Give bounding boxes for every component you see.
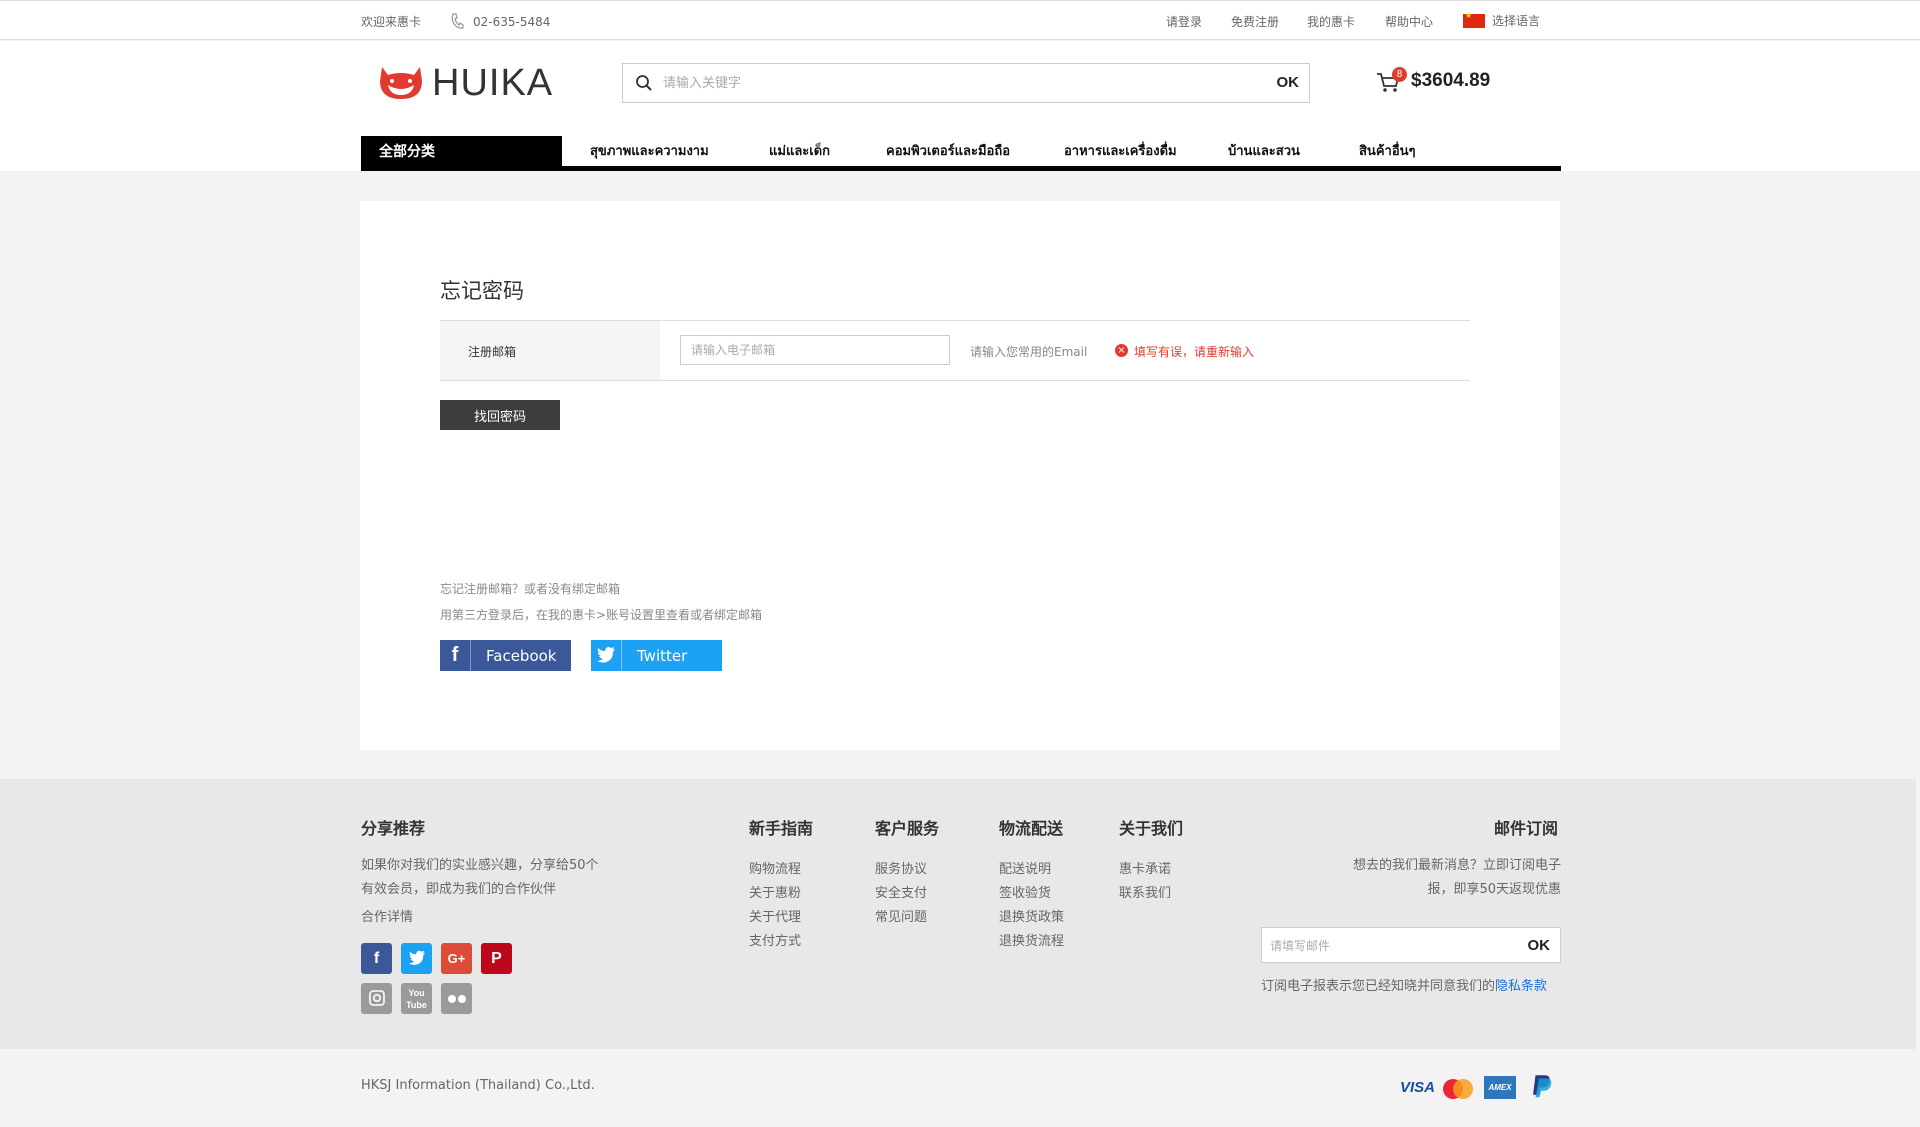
footer-col-about-title: 关于我们 bbox=[1119, 819, 1184, 838]
logo-text: HUIKA bbox=[432, 62, 554, 104]
footer-link-faq[interactable]: 常见问题 bbox=[875, 906, 927, 925]
search-bar: OK bbox=[622, 63, 1310, 103]
help-text-line1: 忘记注册邮箱？或者没有绑定邮箱 bbox=[440, 582, 621, 596]
twitter-icon bbox=[591, 640, 622, 671]
youtube-share-icon[interactable]: You Tube bbox=[401, 983, 432, 1014]
top-bar: 欢迎来惠卡 02-635-5484 请登录 免费注册 我的惠卡 帮助中心 bbox=[0, 0, 1920, 40]
nav-item-other-products[interactable]: สินค้าอื่นๆ bbox=[1359, 140, 1416, 161]
help-center-link[interactable]: 帮助中心 bbox=[1385, 14, 1433, 30]
paypal-icon bbox=[1533, 1075, 1552, 1098]
footer-link-secure-payment[interactable]: 安全支付 bbox=[875, 882, 927, 901]
email-field[interactable] bbox=[680, 335, 950, 365]
footer bbox=[0, 779, 1916, 1049]
twitter-share-icon[interactable] bbox=[401, 943, 432, 974]
subscribe-email-input[interactable] bbox=[1270, 936, 1510, 956]
footer-link-return-process[interactable]: 退换货流程 bbox=[999, 930, 1064, 949]
nav-item-computers-mobile[interactable]: คอมพิวเตอร์และมือถือ bbox=[886, 140, 1010, 161]
visa-icon: VISA bbox=[1400, 1079, 1436, 1096]
retrieve-password-button[interactable]: 找回密码 bbox=[440, 400, 560, 430]
copyright-text: HKSJ Information (Thailand) Co.,Ltd. bbox=[361, 1078, 595, 1093]
footer-link-about-agents[interactable]: 关于代理 bbox=[749, 906, 801, 925]
login-link[interactable]: 请登录 bbox=[1166, 14, 1202, 30]
register-link[interactable]: 免费注册 bbox=[1231, 14, 1279, 30]
nav-item-mother-baby[interactable]: แม่และเด็ก bbox=[769, 140, 830, 161]
flickr-share-icon[interactable] bbox=[441, 983, 472, 1014]
email-label-cell: 注册邮箱 bbox=[440, 321, 660, 380]
error-icon: × bbox=[1115, 344, 1128, 357]
welcome-text: 欢迎来惠卡 bbox=[361, 15, 422, 29]
cart-count-badge: 8 bbox=[1392, 67, 1407, 82]
help-text-line2: 用第三方登录后，在我的惠卡>账号设置里查看或者绑定邮箱 bbox=[440, 608, 763, 622]
subscribe-text-line2: 报，即享50天返现优惠 bbox=[1427, 882, 1561, 897]
mastercard-icon bbox=[1443, 1079, 1473, 1099]
page-title: 忘记密码 bbox=[440, 279, 524, 303]
subscribe-text-line1: 想去的我们最新消息？立即订阅电子 bbox=[1352, 858, 1561, 873]
logo[interactable]: HUIKA bbox=[378, 61, 552, 105]
nav-item-food-drinks[interactable]: อาหารและเครื่องดื่ม bbox=[1064, 140, 1177, 161]
facebook-share-icon[interactable]: f bbox=[361, 943, 392, 974]
search-icon bbox=[636, 75, 652, 91]
search-button[interactable]: OK bbox=[1277, 74, 1300, 91]
footer-link-promise[interactable]: 惠卡承诺 bbox=[1119, 858, 1171, 877]
facebook-label: Facebook bbox=[486, 647, 557, 665]
footer-col-guide-title: 新手指南 bbox=[749, 819, 814, 838]
subscribe-note: 订阅电子报表示您已经知晓并同意我们的隐私条款 bbox=[1261, 979, 1547, 995]
google-plus-share-icon[interactable]: G+ bbox=[441, 943, 472, 974]
error-message: 填写有误，请重新输入 bbox=[1134, 345, 1255, 359]
share-title: 分享推荐 bbox=[361, 819, 426, 838]
share-text-line2: 有效会员，即成为我们的合作伙伴 bbox=[361, 882, 557, 897]
cooperation-details-link[interactable]: 合作详情 bbox=[361, 906, 413, 925]
nav-item-home-garden[interactable]: บ้านและสวน bbox=[1228, 140, 1300, 161]
footer-link-contact-us[interactable]: 联系我们 bbox=[1119, 882, 1171, 901]
forgot-password-card: 忘记密码 注册邮箱 请输入您常用的Email × 填写有误，请重新输入 找回密码… bbox=[360, 201, 1560, 750]
category-nav: 全部分类 สุขภาพและความงาม แม่และเด็ก คอมพิวเ… bbox=[361, 136, 1561, 171]
bottom-bar bbox=[0, 1049, 1920, 1127]
all-categories-button[interactable]: 全部分类 bbox=[361, 136, 562, 166]
privacy-policy-link[interactable]: 隐私条款 bbox=[1495, 979, 1547, 994]
email-hint: 请输入您常用的Email bbox=[970, 345, 1088, 359]
subscribe-box: OK bbox=[1261, 927, 1561, 963]
footer-link-shipping-info[interactable]: 配送说明 bbox=[999, 858, 1051, 877]
language-selector[interactable]: 选择语言 bbox=[1492, 13, 1540, 29]
search-input[interactable] bbox=[663, 72, 1223, 94]
footer-link-delivery-check[interactable]: 签收验货 bbox=[999, 882, 1051, 901]
subscribe-title: 邮件订阅 bbox=[1494, 819, 1559, 838]
twitter-login-button[interactable]: Twitter bbox=[591, 640, 722, 671]
phone-number: 02-635-5484 bbox=[473, 15, 551, 29]
footer-link-shopping-flow[interactable]: 购物流程 bbox=[749, 858, 801, 877]
logo-face-icon bbox=[380, 67, 422, 99]
email-label: 注册邮箱 bbox=[468, 345, 517, 359]
subscribe-button[interactable]: OK bbox=[1528, 937, 1551, 954]
cart[interactable]: 8 $3604.89 bbox=[1376, 67, 1516, 98]
subscribe-note-text: 订阅电子报表示您已经知晓并同意我们的 bbox=[1261, 979, 1496, 994]
my-account-link[interactable]: 我的惠卡 bbox=[1307, 14, 1355, 30]
share-text-line1: 如果你对我们的实业感兴趣，分享给50个 bbox=[361, 858, 599, 873]
instagram-share-icon[interactable] bbox=[361, 983, 392, 1014]
facebook-login-button[interactable]: f Facebook bbox=[440, 640, 571, 671]
phone-icon bbox=[451, 13, 464, 29]
pinterest-share-icon[interactable]: P bbox=[481, 943, 512, 974]
china-flag-icon[interactable] bbox=[1463, 11, 1485, 28]
footer-link-payment-methods[interactable]: 支付方式 bbox=[749, 930, 801, 949]
email-form-row: 注册邮箱 请输入您常用的Email × 填写有误，请重新输入 bbox=[440, 320, 1470, 381]
nav-item-health-beauty[interactable]: สุขภาพและความงาม bbox=[590, 140, 709, 161]
footer-link-service-agreement[interactable]: 服务协议 bbox=[875, 858, 927, 877]
footer-col-service-title: 客户服务 bbox=[875, 819, 940, 838]
twitter-label: Twitter bbox=[637, 647, 688, 665]
cart-amount: $3604.89 bbox=[1411, 70, 1491, 91]
facebook-icon: f bbox=[440, 640, 471, 671]
footer-link-return-policy[interactable]: 退换货政策 bbox=[999, 906, 1064, 925]
amex-icon: AMEX bbox=[1484, 1076, 1516, 1099]
footer-link-about-fans[interactable]: 关于惠粉 bbox=[749, 882, 801, 901]
footer-col-shipping-title: 物流配送 bbox=[999, 819, 1064, 838]
